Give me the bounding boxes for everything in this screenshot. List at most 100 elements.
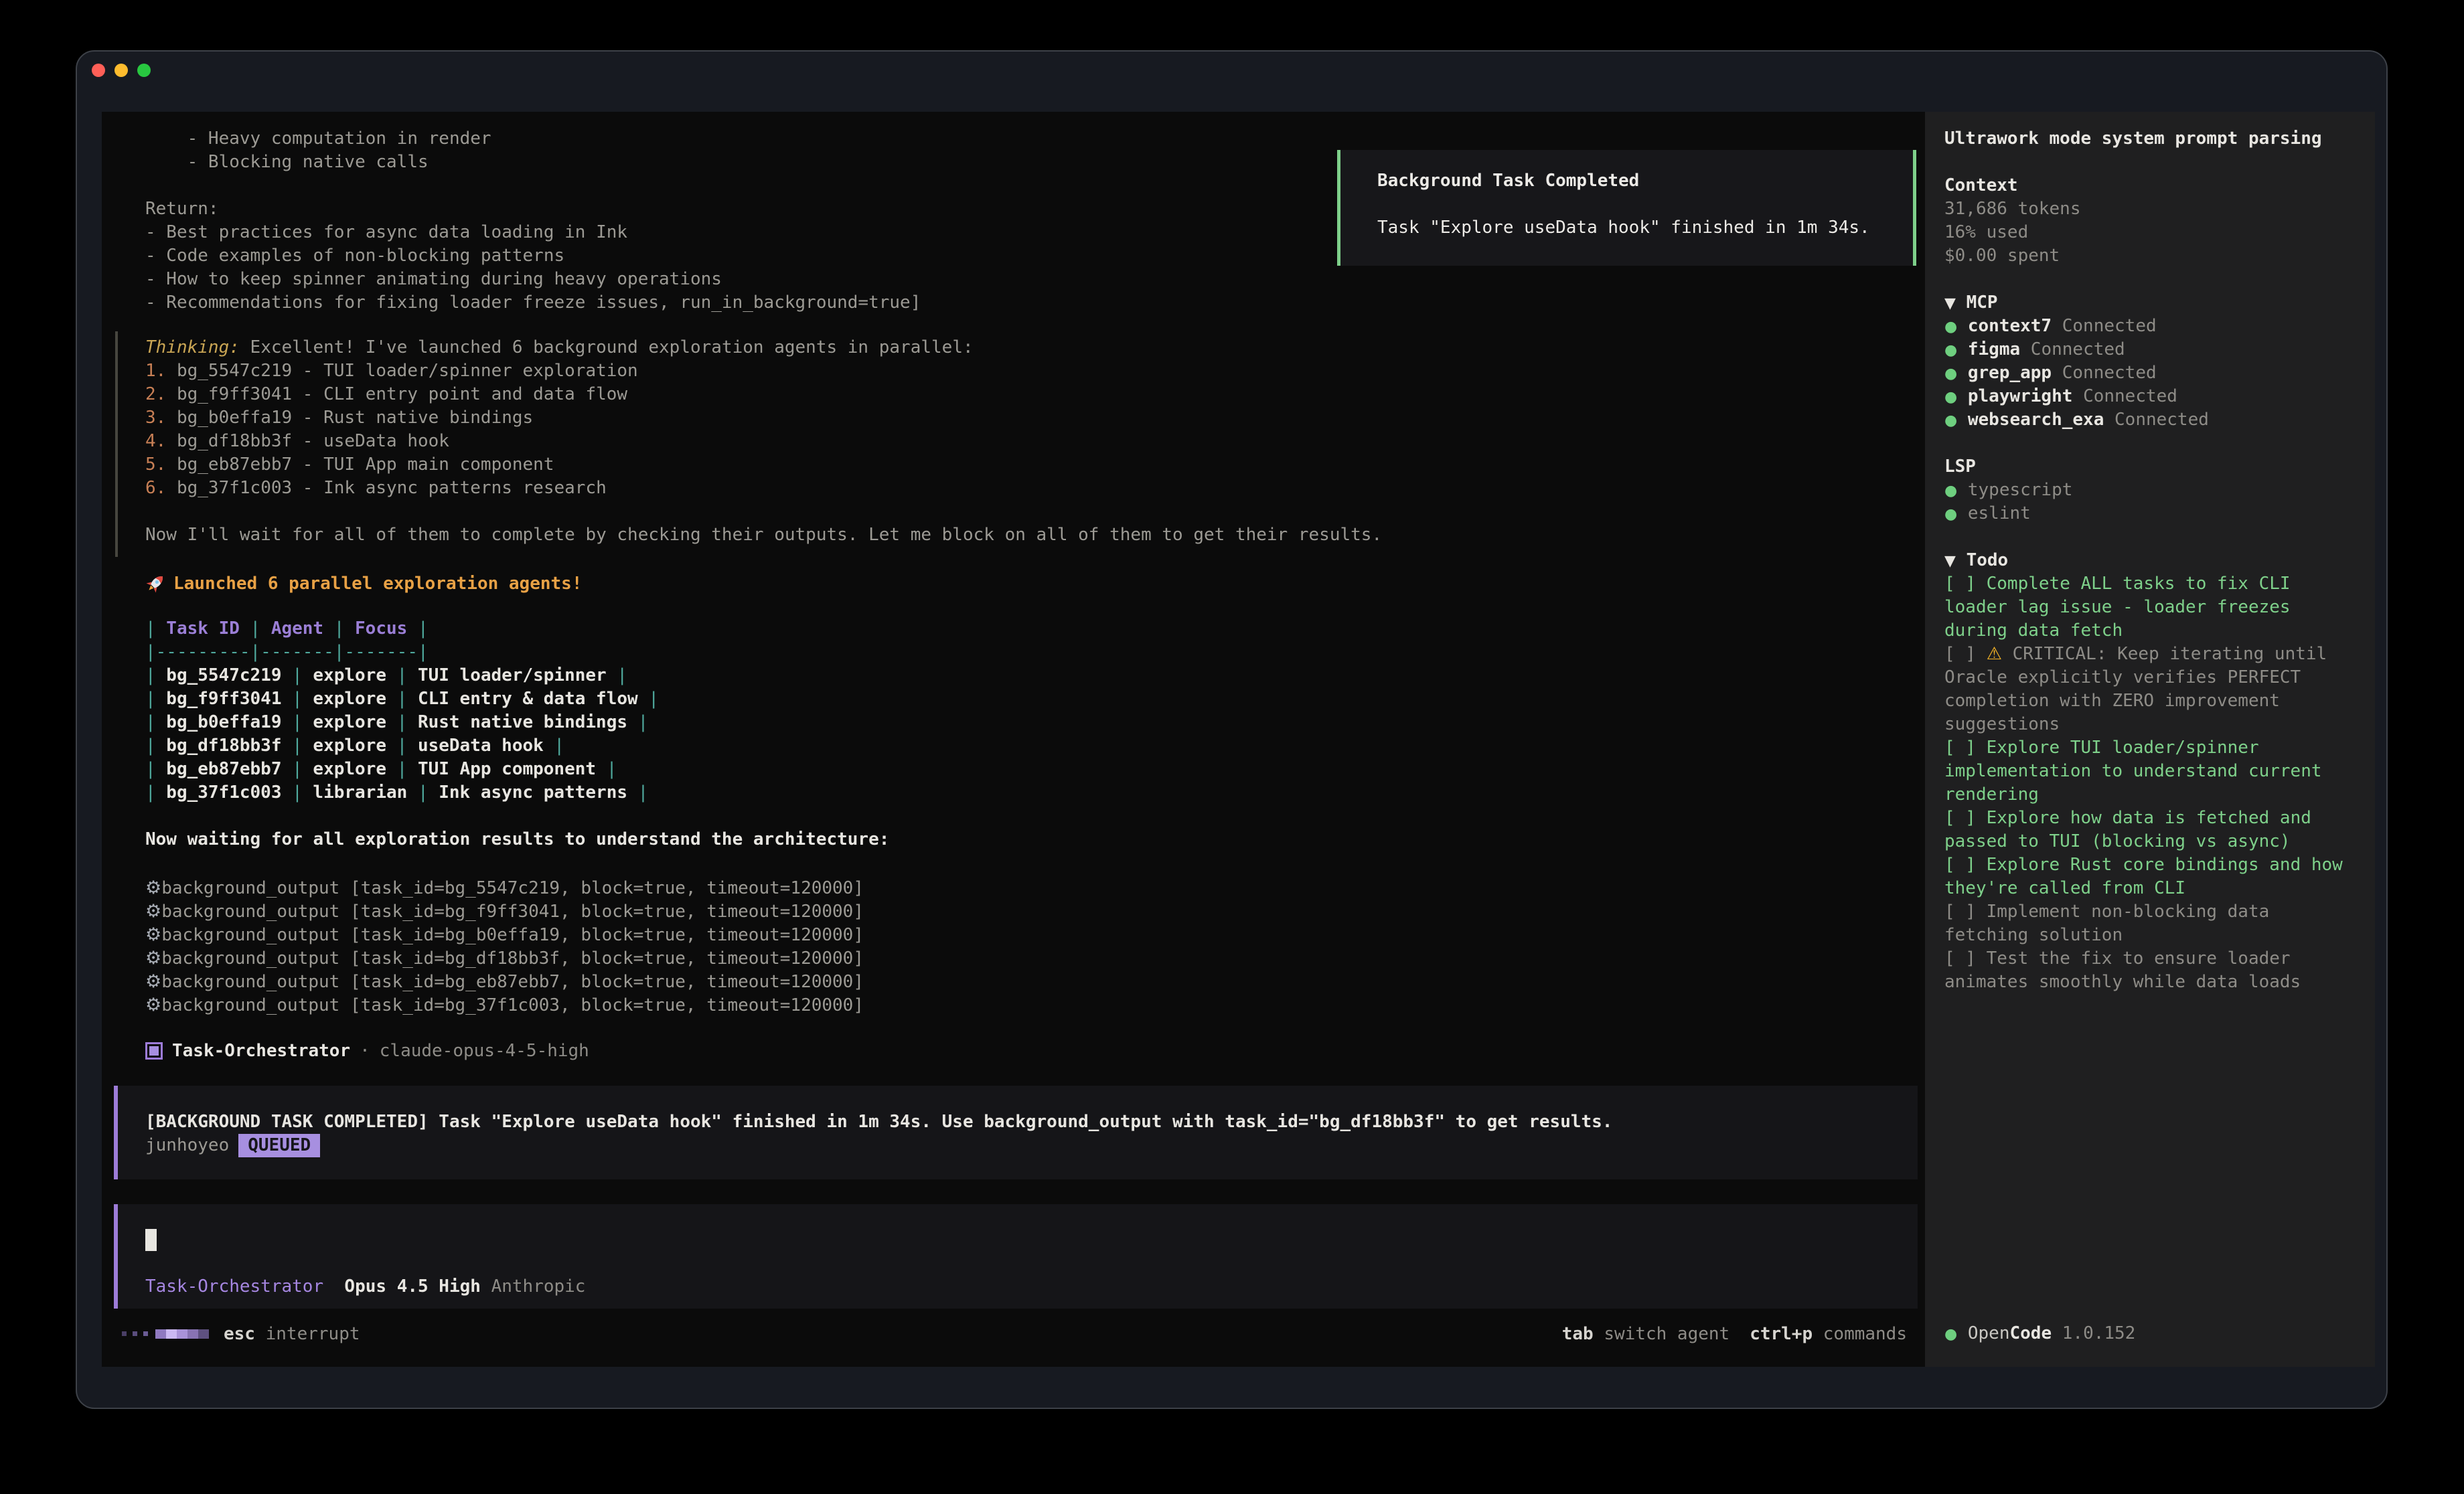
transcript-line: - Recommendations for fixing loader free… — [145, 291, 1925, 315]
pipe: | — [638, 782, 649, 803]
pipe: | — [292, 712, 303, 732]
mcp-server-status: Connected — [2083, 386, 2177, 406]
window-content: Background Task Completed Task "Explore … — [77, 112, 2386, 1367]
mcp-server-row: ● playwright Connected — [1944, 385, 2355, 408]
table-header-row: |Task ID|Agent|Focus| — [145, 617, 1925, 641]
announcement-line: Launched 6 parallel exploration agents! — [145, 572, 1925, 596]
pipe: | — [397, 689, 408, 709]
table-cell: explore — [303, 736, 397, 756]
thinking-list-item: 2. bg_f9ff3041 - CLI entry point and dat… — [145, 383, 1925, 406]
gear-icon: ⚙ — [145, 948, 161, 969]
rocket-icon — [145, 572, 167, 596]
message-author: junhoyeo — [145, 1135, 229, 1155]
list-number: 3. — [145, 408, 166, 428]
tab-hint: tab switch agent — [1562, 1324, 1729, 1344]
queued-message-meta: junhoyeoQUEUED — [145, 1134, 1904, 1157]
status-dot-icon: ● — [1944, 365, 1957, 382]
close-button[interactable] — [92, 64, 105, 77]
tool-call-line: ⚙background_output [task_id=bg_b0effa19,… — [145, 923, 1925, 946]
desktop: [OpenCode] Ultrawork mode system prompt … — [0, 0, 2464, 1494]
list-number: 6. — [145, 478, 166, 498]
table-cell: Rust native bindings — [407, 712, 637, 732]
pipe: | — [397, 712, 408, 732]
mcp-section-header[interactable]: ▼ MCP — [1944, 291, 2355, 315]
pipe: | — [292, 759, 303, 779]
pipe: | — [638, 712, 649, 732]
agent-header-row: Task-Orchestrator · claude-opus-4-5-high — [145, 1039, 1925, 1062]
table-cell: bg_b0effa19 — [156, 712, 292, 732]
prompt-input[interactable]: Task-Orchestrator Opus 4.5 High Anthropi… — [114, 1204, 1918, 1309]
pipe: | — [292, 689, 303, 709]
status-dot-icon: ● — [1944, 412, 1957, 429]
pipe: | — [292, 782, 303, 803]
table-cell: explore — [303, 759, 397, 779]
pipe: | — [418, 618, 429, 639]
collapse-triangle-icon[interactable]: ▼ — [1944, 295, 1956, 312]
pipe: | — [397, 665, 408, 685]
agents-table: |Task ID|Agent|Focus| |---------|-------… — [145, 617, 1925, 805]
pipe: | — [554, 736, 564, 756]
todo-text: Complete ALL tasks to fix CLI loader lag… — [1944, 574, 2301, 641]
mcp-server-name: grep_app — [1968, 363, 2052, 383]
thinking-list-item: 5. bg_eb87ebb7 - TUI App main component — [145, 453, 1925, 477]
sidebar: Ultrawork mode system prompt parsing Con… — [1925, 112, 2375, 1367]
table-cell: explore — [303, 665, 397, 685]
table-cell: explore — [303, 689, 397, 709]
table-cell: explore — [303, 712, 397, 732]
pipe: | — [250, 618, 261, 639]
mcp-server-name: playwright — [1968, 386, 2073, 406]
todo-item: [ ] ⚠Explore TUI loader/spinner implemen… — [1944, 736, 2346, 807]
table-row: |bg_5547c219|explore|TUI loader/spinner| — [145, 664, 1925, 687]
tool-call-line: ⚙background_output [task_id=bg_df18bb3f,… — [145, 946, 1925, 970]
table-cell: useData hook — [407, 736, 554, 756]
todo-item: [ ] ⚠Implement non-blocking data fetchin… — [1944, 900, 2346, 947]
mcp-server-row: ● figma Connected — [1944, 338, 2355, 361]
todo-text: Explore TUI loader/spinner implementatio… — [1944, 738, 2332, 805]
transcript-line: - How to keep spinner animating during h… — [145, 268, 1925, 291]
app-version: 1.0.152 — [2062, 1323, 2136, 1343]
minimize-button[interactable] — [114, 64, 128, 77]
todo-section-header[interactable]: ▼ Todo — [1944, 549, 2355, 572]
context-stat-line: 31,686 tokens — [1944, 197, 2355, 221]
mcp-server-name: figma — [1968, 339, 2020, 359]
table-divider-row: |---------|-------|-------| — [145, 641, 1925, 664]
collapse-triangle-icon[interactable]: ▼ — [1944, 553, 1956, 570]
table-cell: librarian — [303, 782, 418, 803]
agent-model: claude-opus-4-5-high — [380, 1041, 589, 1061]
lsp-server-row: ● eslint — [1944, 502, 2355, 525]
gear-icon: ⚙ — [145, 878, 161, 898]
todo-checkbox: [ ] — [1944, 948, 1987, 969]
mcp-server-row: ● context7 Connected — [1944, 315, 2355, 338]
traffic-lights — [92, 64, 151, 77]
input-model-name[interactable]: Opus 4.5 High — [344, 1276, 481, 1297]
status-dot-icon: ● — [1944, 506, 1957, 523]
table-row: |bg_f9ff3041|explore|CLI entry & data fl… — [145, 687, 1925, 711]
status-dot-icon: ● — [1944, 319, 1957, 335]
table-cell: bg_f9ff3041 — [156, 689, 292, 709]
queued-message-block: [BACKGROUND TASK COMPLETED] Task "Explor… — [114, 1086, 1918, 1179]
mcp-server-status: Connected — [2114, 410, 2209, 430]
mcp-server-name: websearch_exa — [1968, 410, 2104, 430]
pipe: | — [397, 736, 408, 756]
table-header-cell: Agent — [260, 618, 334, 639]
todo-checkbox: [ ] — [1944, 574, 1987, 594]
todo-item: [ ] ⚠Explore how data is fetched and pas… — [1944, 807, 2346, 853]
zoom-button[interactable] — [137, 64, 151, 77]
lsp-server-row: ● typescript — [1944, 479, 2355, 502]
pipe: | — [648, 689, 659, 709]
tool-call-line: ⚙background_output [task_id=bg_37f1c003,… — [145, 993, 1925, 1017]
context-stat-line: 16% used — [1944, 221, 2355, 244]
table-header-cell: Focus — [344, 618, 418, 639]
todo-text: Test the fix to ensure loader animates s… — [1944, 948, 2301, 992]
input-agent-name[interactable]: Task-Orchestrator — [145, 1276, 323, 1297]
thinking-outro-line: Now I'll wait for all of them to complet… — [145, 523, 1925, 547]
tool-call-line: ⚙background_output [task_id=bg_f9ff3041,… — [145, 900, 1925, 923]
pipe: | — [334, 618, 345, 639]
background-task-notification[interactable]: Background Task Completed Task "Explore … — [1337, 150, 1916, 266]
mcp-server-list: ● context7 Connected ● figma Connected ●… — [1944, 315, 2355, 432]
tool-call-line: ⚙background_output [task_id=bg_eb87ebb7,… — [145, 970, 1925, 993]
thinking-list-item: 3. bg_b0effa19 - Rust native bindings — [145, 406, 1925, 430]
table-row: |bg_37f1c003|librarian|Ink async pattern… — [145, 781, 1925, 805]
todo-checkbox: [ ] — [1944, 738, 1987, 758]
table-cell: TUI loader/spinner — [407, 665, 617, 685]
